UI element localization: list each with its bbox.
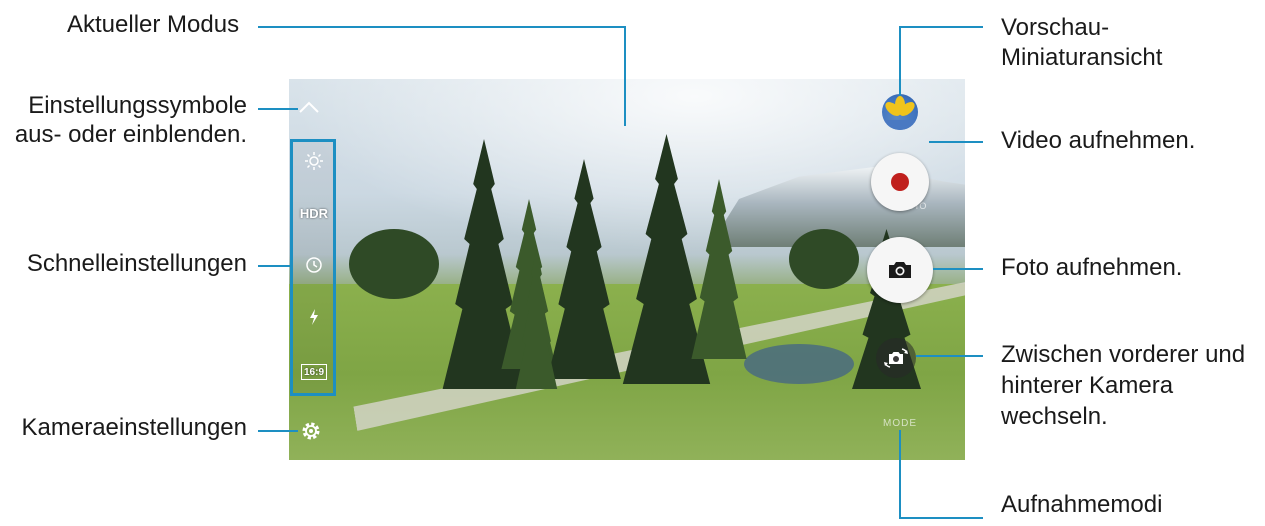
leader-line bbox=[258, 265, 292, 267]
brightness-button[interactable] bbox=[299, 150, 329, 172]
leader-line bbox=[933, 268, 983, 270]
label-toggle-settings-1: Einstellungssymbole bbox=[28, 92, 247, 119]
take-photo-button[interactable] bbox=[867, 237, 933, 303]
label-toggle-settings-2: aus- oder einblenden. bbox=[14, 121, 247, 148]
tree-clump bbox=[789, 229, 859, 289]
camera-viewfinder[interactable]: AUTO bbox=[289, 79, 965, 460]
flash-icon bbox=[310, 309, 318, 325]
quick-settings-panel: HDR 16:9 bbox=[290, 139, 336, 396]
leader-line bbox=[899, 517, 983, 519]
label-take-photo: Foto aufnehmen. bbox=[1001, 254, 1183, 281]
label-switch-camera-3: wechseln. bbox=[1001, 403, 1108, 430]
flash-button[interactable] bbox=[299, 306, 329, 328]
label-current-mode: Aktueller Modus bbox=[67, 11, 240, 38]
label-quick-settings: Schnelleinstellungen bbox=[26, 250, 247, 277]
leader-line bbox=[899, 26, 983, 28]
timer-button[interactable] bbox=[299, 254, 329, 276]
chevron-up-icon bbox=[299, 101, 319, 113]
label-preview-thumbnail-2: Miniaturansicht bbox=[1001, 44, 1163, 71]
pond bbox=[744, 344, 854, 384]
gallery-thumbnail-icon bbox=[882, 96, 918, 130]
leader-line bbox=[929, 141, 983, 143]
sun-icon bbox=[305, 152, 323, 170]
gear-icon bbox=[302, 422, 320, 440]
label-switch-camera-1: Zwischen vorderer und bbox=[1001, 341, 1246, 368]
camera-settings-button[interactable] bbox=[298, 418, 324, 444]
label-preview-thumbnail-1: Vorschau- bbox=[1001, 14, 1110, 41]
leader-line bbox=[258, 26, 626, 28]
leader-line bbox=[258, 430, 298, 432]
label-switch-camera-2: hinterer Kamera bbox=[1001, 372, 1174, 399]
camera-icon bbox=[889, 262, 911, 278]
label-record-video: Video aufnehmen. bbox=[1001, 127, 1196, 154]
leader-line bbox=[899, 430, 901, 519]
label-camera-settings: Kameraeinstellungen bbox=[21, 414, 247, 441]
leader-line bbox=[916, 355, 983, 357]
leader-line bbox=[624, 26, 626, 126]
leader-line bbox=[899, 26, 901, 96]
record-video-button[interactable] bbox=[871, 153, 929, 211]
label-shooting-modes: Aufnahmemodi bbox=[1001, 491, 1163, 518]
aspect-ratio-button[interactable]: 16:9 bbox=[301, 364, 327, 380]
record-icon bbox=[891, 173, 909, 191]
hdr-button[interactable]: HDR bbox=[299, 202, 329, 224]
leader-line bbox=[258, 108, 298, 110]
toggle-settings-button[interactable] bbox=[296, 97, 322, 117]
switch-camera-icon bbox=[884, 348, 908, 368]
tree-clump bbox=[349, 229, 439, 299]
preview-thumbnail[interactable] bbox=[882, 94, 918, 130]
timer-icon bbox=[306, 257, 322, 273]
switch-camera-button[interactable] bbox=[876, 338, 916, 378]
